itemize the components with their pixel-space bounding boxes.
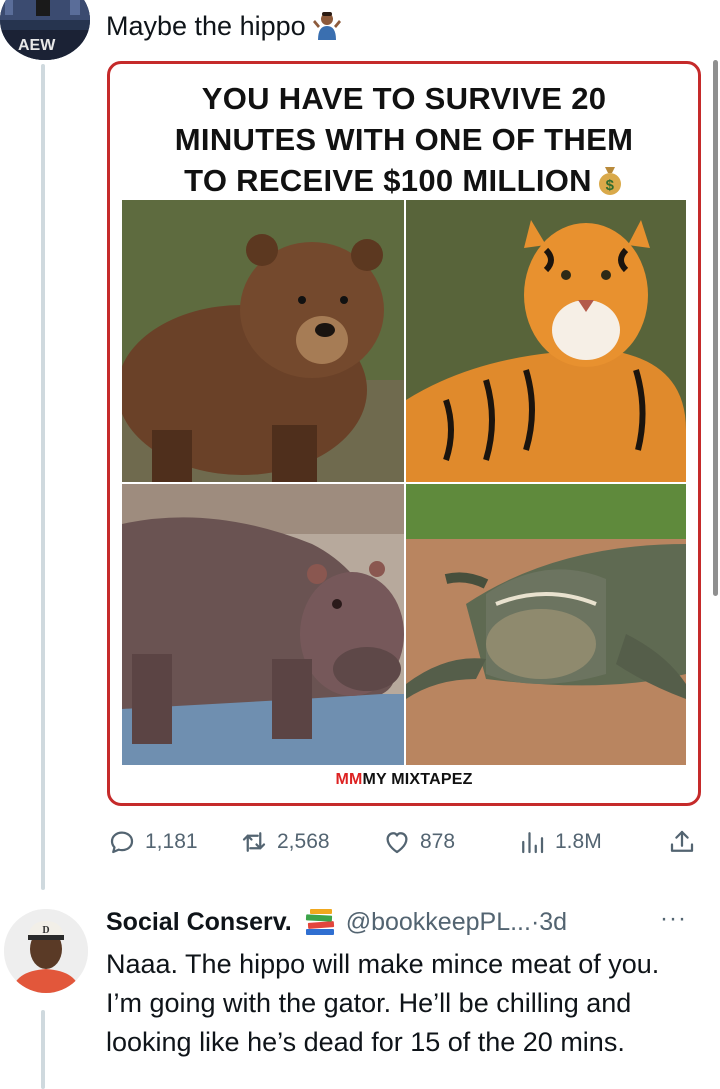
tiger-photo	[406, 200, 686, 482]
heart-icon	[386, 832, 408, 854]
books-icon	[304, 907, 336, 937]
money-bag-icon: $	[596, 163, 624, 195]
avatar[interactable]: D	[4, 909, 88, 993]
author-handle[interactable]: @bookkeepPL...	[346, 905, 531, 939]
animal-grid	[122, 200, 686, 765]
retweet-button[interactable]: 2,568	[239, 822, 330, 862]
meme-title-line-last: TO RECEIVE $100 MILLION $	[110, 160, 698, 201]
hippo-photo	[122, 484, 404, 765]
tweet-actions: 1,181 2,568 878 1.8M	[107, 822, 701, 862]
tweet-text: Maybe the hippo	[106, 10, 342, 42]
bear-photo	[122, 200, 404, 482]
avatar-logo-text: AEW	[18, 37, 56, 54]
meme-title-line: MINUTES WITH ONE OF THEM	[174, 122, 634, 157]
alligator-photo	[406, 484, 686, 765]
like-button[interactable]: 878	[382, 822, 455, 862]
reply-icon	[110, 831, 134, 854]
svg-text:D: D	[42, 925, 49, 936]
mixtapez-logo: MM	[335, 771, 363, 788]
retweet-count: 2,568	[277, 830, 330, 853]
reply-button[interactable]: 1,181	[107, 822, 198, 862]
more-options-icon[interactable]: ···	[660, 905, 687, 933]
meme-title-line: YOU HAVE TO SURVIVE 20	[201, 81, 607, 116]
share-button[interactable]	[667, 822, 697, 862]
views-chart-icon	[522, 832, 544, 854]
tweet-header: Social Conserv. @bookkeepPL... · 3d	[106, 905, 567, 939]
retweet-icon	[242, 832, 266, 852]
avatar[interactable]: AEW	[0, 0, 90, 60]
svg-text:$: $	[606, 177, 615, 194]
tweet-text: Naaa. The hippo will make mince meat of …	[106, 949, 660, 1057]
watermark-text: MY MIXTAPEZ	[362, 771, 473, 788]
like-count: 878	[420, 830, 456, 853]
meme-title-line: TO RECEIVE $100 MILLION	[184, 163, 592, 198]
media-card[interactable]: YOU HAVE TO SURVIVE 20 MINUTES WITH ONE …	[107, 61, 701, 806]
views-count: 1.8M	[555, 830, 602, 853]
meme-title: YOU HAVE TO SURVIVE 20 MINUTES WITH ONE …	[110, 78, 698, 201]
thread-line	[41, 64, 45, 890]
reply-count: 1,181	[145, 830, 198, 853]
tweet-timestamp[interactable]: 3d	[539, 905, 567, 939]
tweet-text-content: Maybe the hippo	[106, 11, 306, 41]
separator-dot: ·	[530, 908, 540, 936]
scrollbar[interactable]	[713, 60, 718, 596]
share-icon	[670, 830, 694, 852]
views-button[interactable]: 1.8M	[517, 822, 602, 862]
thread-line	[41, 1010, 45, 1089]
watermark: MMMY MIXTAPEZ	[110, 771, 698, 789]
person-shrugging-icon	[312, 10, 342, 40]
author-name[interactable]: Social Conserv.	[106, 905, 292, 939]
